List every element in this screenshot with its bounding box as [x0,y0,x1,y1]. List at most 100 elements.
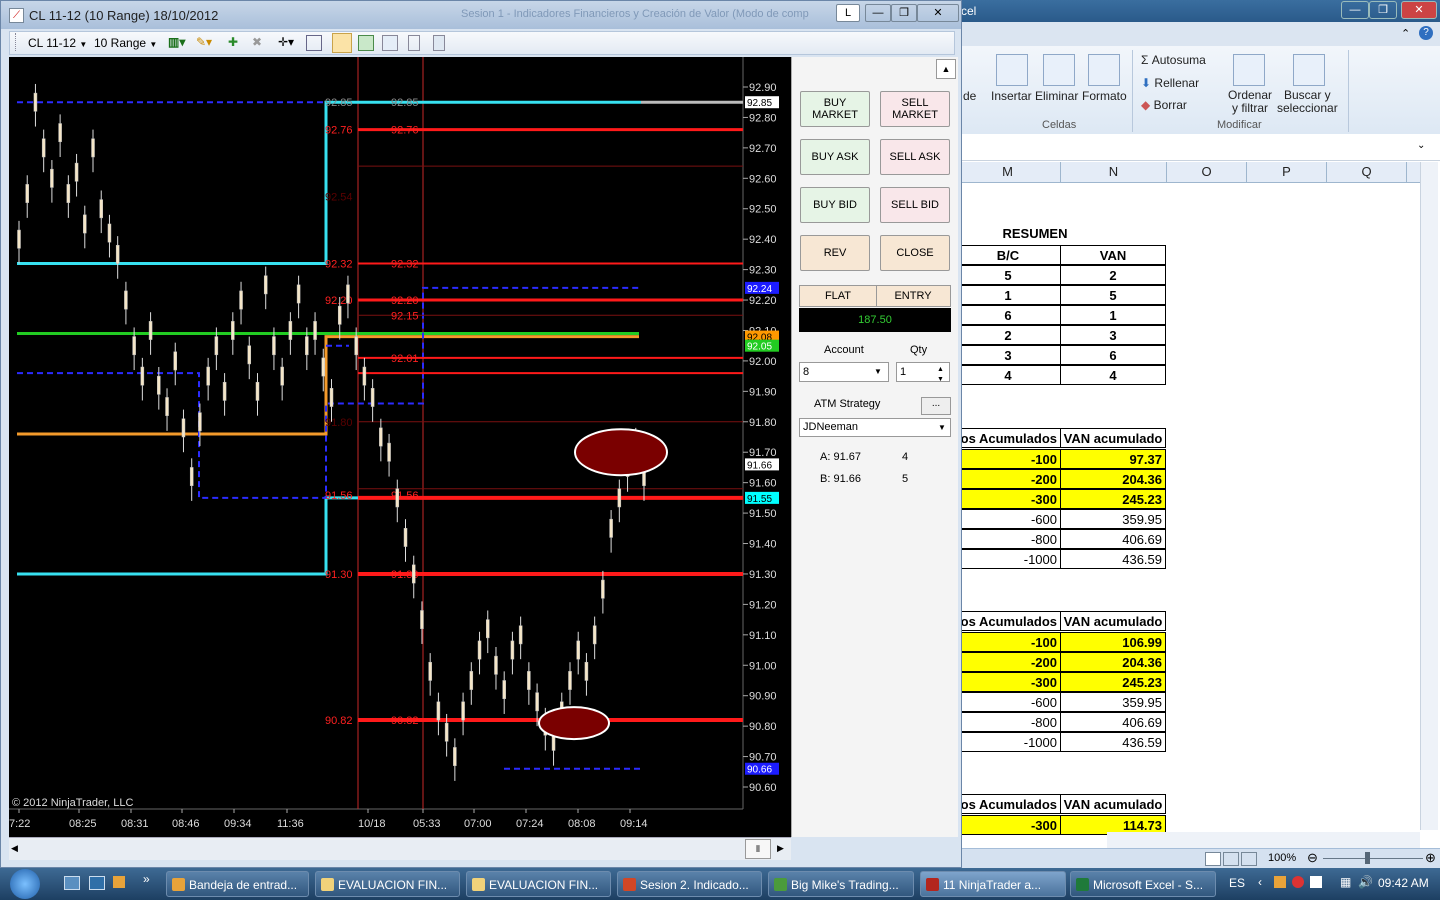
table-cell[interactable]: 406.69 [1060,712,1166,732]
network-icon[interactable]: ▦ [1340,875,1351,889]
table-cell[interactable]: -1000 [955,549,1061,569]
taskbar-item[interactable]: 11 NinjaTrader a... [920,871,1066,897]
zoom-icon[interactable] [306,35,322,51]
sell-bid-button[interactable]: SELL BID [880,187,950,223]
taskbar-item[interactable]: Bandeja de entrad... [166,871,309,897]
table-cell[interactable]: 3 [1060,325,1166,345]
price-chart[interactable]: 92.90 92.80 92.70 92.60 92.50 92.40 92.30 92.20… [9,57,791,837]
fill-button[interactable]: ⬇ Rellenar [1141,76,1199,90]
zoom-out-icon[interactable]: ⊖ [1307,850,1318,866]
format-cells-icon[interactable] [1088,54,1120,86]
format-button[interactable]: Formato [1082,89,1127,103]
resumen-title[interactable]: RESUMEN [975,224,1095,244]
chart-canvas[interactable]: 92.90 92.80 92.70 92.60 92.50 92.40 92.30 92.20… [9,57,791,837]
table-cell[interactable]: 5 [1060,285,1166,305]
resumen-header-van[interactable]: VAN [1060,245,1166,265]
close-icon[interactable]: ✕ [1401,1,1437,19]
minimize-icon[interactable]: — [865,4,891,22]
zoom-level[interactable]: 100% [1268,852,1296,864]
table-cell[interactable]: 1 [955,285,1061,305]
zoom-in-icon[interactable]: ⊕ [1425,850,1436,866]
table-cell[interactable]: 1 [1060,305,1166,325]
volume-icon[interactable]: 🔊 [1358,875,1373,889]
table-cell[interactable]: -300 [955,489,1061,509]
tray-flag-icon[interactable] [1310,876,1322,888]
remove-drawing-icon[interactable]: ✖ [252,35,262,49]
taskbar-item[interactable]: Sesion 2. Indicado... [617,871,762,897]
drawing-tool-icon[interactable]: ✎▾ [196,35,212,49]
crosshair-icon[interactable]: ✛▾ [278,35,294,49]
excel-vertical-scrollbar[interactable] [1420,162,1438,830]
taskbar-item[interactable]: EVALUACION FIN... [315,871,460,897]
table-cell[interactable]: -200 [955,469,1061,489]
taskbar-item[interactable]: Big Mike's Trading... [768,871,914,897]
scroll-right-icon[interactable]: ▶ [777,843,784,854]
table-cell[interactable]: 245.23 [1060,672,1166,692]
insert-cells-icon[interactable] [996,54,1028,86]
language-indicator[interactable]: ES [1229,876,1245,890]
link-button[interactable]: L [836,4,860,22]
interval-selector[interactable]: 10 Range ▼ [94,36,157,50]
table2-header-van[interactable]: VAN acumulado [1060,611,1166,631]
snapshot-icon[interactable] [382,35,398,51]
close-position-button[interactable]: CLOSE [880,235,950,271]
table1-header-van[interactable]: VAN acumulado [1060,428,1166,448]
scroll-left-icon[interactable]: ◀ [11,843,18,854]
table-cell[interactable]: 3 [955,345,1061,365]
table-cell[interactable]: -600 [955,692,1061,712]
table2-header-flujos[interactable]: os Acumulados [955,611,1061,631]
sort-filter-icon[interactable] [1233,54,1265,86]
column-header-n[interactable]: N [1061,162,1167,182]
properties-icon[interactable] [433,35,445,51]
help-icon[interactable]: ? [1419,26,1433,40]
expand-formula-icon[interactable]: ⌄ [1417,140,1425,151]
atm-strategy-select[interactable]: JDNeeman ▼ [799,418,951,437]
sort-filter-button[interactable]: Ordenar y filtrar [1228,89,1272,115]
formula-bar[interactable]: ⌄ [955,134,1440,161]
maximize-icon[interactable]: ❐ [891,4,917,22]
sell-ask-button[interactable]: SELL ASK [880,139,950,175]
account-select[interactable]: 8 ▼ [799,362,889,382]
chart-trader-icon[interactable] [332,33,352,53]
table-cell[interactable]: 204.36 [1060,652,1166,672]
column-header-m[interactable]: M [955,162,1061,182]
table-cell[interactable]: 359.95 [1060,509,1166,529]
tray-app-icon[interactable] [1292,876,1304,888]
column-header-o[interactable]: O [1167,162,1247,182]
clock[interactable]: 09:42 AM [1378,876,1429,890]
binoculars-icon[interactable] [1293,54,1325,86]
excel-horizontal-scrollbar[interactable] [1107,832,1420,848]
minimize-icon[interactable]: — [1341,1,1369,19]
zoom-slider[interactable] [1323,858,1423,859]
table-cell[interactable]: -300 [955,815,1061,835]
delete-cells-icon[interactable] [1043,54,1075,86]
clear-button[interactable]: ◆ Borrar [1141,98,1187,112]
buy-ask-button[interactable]: BUY ASK [800,139,870,175]
table-cell[interactable]: 436.59 [1060,549,1166,569]
table-cell[interactable]: -800 [955,712,1061,732]
column-header-q[interactable]: Q [1327,162,1407,182]
buy-bid-button[interactable]: BUY BID [800,187,870,223]
table-cell[interactable]: 245.23 [1060,489,1166,509]
table3-header-flujos[interactable]: os Acumulados [955,794,1061,814]
strategies-icon[interactable] [358,35,374,51]
table-cell[interactable]: 5 [955,265,1061,285]
data-box-icon[interactable] [408,35,420,51]
ribbon-collapse-icon[interactable]: ⌃ [1401,27,1410,40]
sell-market-button[interactable]: SELL MARKET [880,91,950,127]
scroll-thumb[interactable]: ⦀ [745,839,771,859]
resumen-header-bc[interactable]: B/C [955,245,1061,265]
tray-expand-icon[interactable]: ‹ [1258,875,1262,889]
start-button[interactable] [10,869,40,899]
reverse-button[interactable]: REV [800,235,870,271]
table-cell[interactable]: -200 [955,652,1061,672]
outlook-tray-icon[interactable] [1274,876,1286,888]
table-cell[interactable]: -100 [955,632,1061,652]
table3-header-van[interactable]: VAN acumulado [1060,794,1166,814]
delete-button[interactable]: Eliminar [1035,89,1078,103]
show-desktop-icon[interactable] [64,876,80,890]
close-icon[interactable]: ✕ [917,4,959,22]
table-cell[interactable]: 359.95 [1060,692,1166,712]
chart-horizontal-scrollbar[interactable]: ◀ ⦀ ▶ [9,837,791,860]
maximize-icon[interactable]: ❐ [1369,1,1397,19]
